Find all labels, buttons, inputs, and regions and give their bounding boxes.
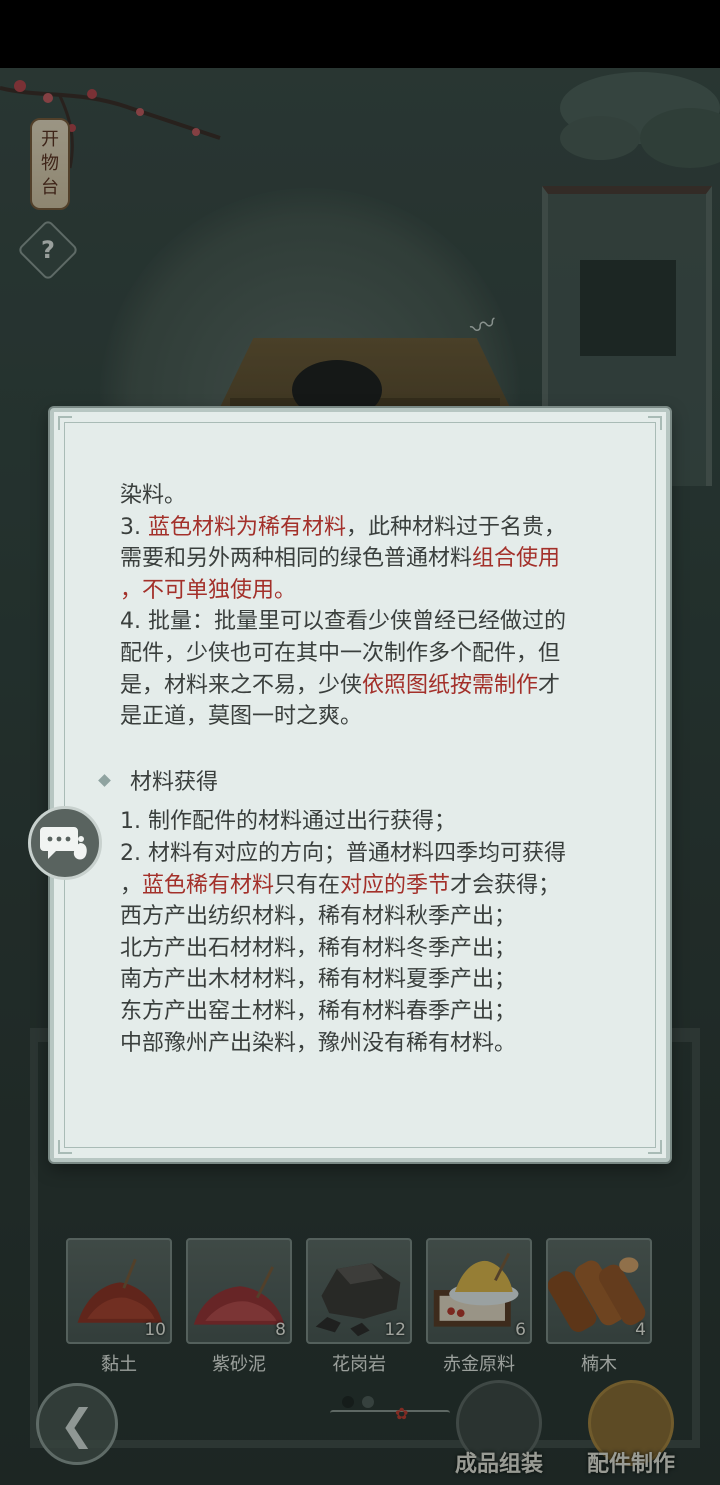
text-line: 北方产出石材材料，稀有材料冬季产出； xyxy=(120,935,517,961)
status-bar xyxy=(0,0,720,68)
highlight-text: 蓝色稀有材料 xyxy=(142,872,275,898)
text-span: 是，材料来之不易，少侠 xyxy=(120,672,363,698)
section-header: 材料获得 xyxy=(98,767,630,799)
highlight-text: 组合使用 xyxy=(472,546,561,572)
text-span: 只有在 xyxy=(274,872,341,898)
section-title: 材料获得 xyxy=(130,769,219,795)
text-span: 3. xyxy=(120,514,148,540)
chat-button[interactable] xyxy=(28,806,102,880)
corner-ornament xyxy=(648,1140,662,1154)
text-line: 南方产出木材材料，稀有材料夏季产出； xyxy=(120,967,517,993)
text-line: 染料。 xyxy=(120,483,187,508)
text-line: 1. 制作配件的材料通过出行获得； xyxy=(120,809,456,835)
text-line: 配件，少侠也可在其中一次制作多个配件，但 xyxy=(120,640,561,666)
text-line: ，蓝色稀有材料只有在对应的季节才会获得； xyxy=(120,870,630,902)
text-line: 需要和另外两种相同的绿色普通材料组合使用 xyxy=(120,543,630,575)
highlight-text: 依照图纸按需制作 xyxy=(362,672,539,698)
text-span: 才会获得； xyxy=(450,872,561,898)
corner-ornament xyxy=(58,416,72,430)
text-line: 是正道，莫图一时之爽。 xyxy=(120,704,363,730)
chat-bubble-icon xyxy=(40,827,87,860)
highlight-text: 蓝色材料为稀有材料 xyxy=(147,514,346,540)
help-dialog: 染料。 3. 蓝色材料为稀有材料，此种材料过于名贵， 需要和另外两种相同的绿色普… xyxy=(50,408,670,1162)
text-line: 4. 批量：批量里可以查看少侠曾经已经做过的 xyxy=(120,609,566,635)
text-line: 2. 材料有对应的方向；普通材料四季均可获得 xyxy=(120,840,566,866)
text-span: ， xyxy=(120,872,143,898)
text-line: 东方产出窑土材料，稀有材料春季产出； xyxy=(120,998,517,1024)
dialog-content[interactable]: 染料。 3. 蓝色材料为稀有材料，此种材料过于名贵， 需要和另外两种相同的绿色普… xyxy=(98,480,630,1059)
corner-ornament xyxy=(648,416,662,430)
text-span: ，此种材料过于名贵， xyxy=(346,514,567,540)
highlight-text: 对应的季节 xyxy=(340,872,451,898)
text-span: 才 xyxy=(538,672,561,698)
text-span: 需要和另外两种相同的绿色普通材料 xyxy=(120,546,473,572)
text-line: 西方产出纺织材料，稀有材料秋季产出； xyxy=(120,904,517,930)
text-line: 是，材料来之不易，少侠依照图纸按需制作才 xyxy=(120,670,630,702)
highlight-text: ，不可单独使用。 xyxy=(120,577,297,603)
text-line: 中部豫州产出染料，豫州没有稀有材料。 xyxy=(120,1030,517,1056)
corner-ornament xyxy=(58,1140,72,1154)
text-line: 3. 蓝色材料为稀有材料，此种材料过于名贵， xyxy=(120,512,630,544)
